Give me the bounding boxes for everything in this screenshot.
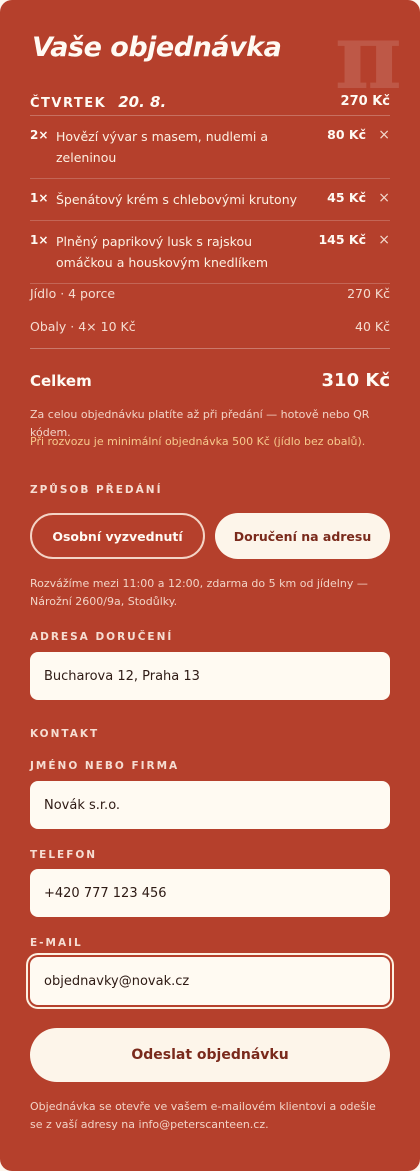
pickup-option-button[interactable]: Osobní vyzvednutí xyxy=(30,513,205,559)
item-quantity: 1× xyxy=(30,233,49,247)
order-items-list: 2× Hovězí vývar s masem, nudlemi a zelen… xyxy=(30,116,390,284)
total-row: Celkem 310 Kč xyxy=(30,370,390,391)
item-price: 80 Kč xyxy=(327,127,366,142)
email-label: E-MAIL xyxy=(30,937,83,949)
packaging-summary-label: Obaly · 4× 10 Kč xyxy=(30,319,136,334)
order-panel: π Vaše objednávka ČTVRTEK 20. 8. 270 Kč … xyxy=(0,0,420,1171)
remove-item-icon[interactable]: × xyxy=(366,126,390,143)
list-item: 2× Hovězí vývar s masem, nudlemi a zelen… xyxy=(30,116,390,179)
packaging-summary-row: Obaly · 4× 10 Kč 40 Kč xyxy=(30,319,390,334)
phone-field[interactable]: +420 777 123 456 xyxy=(30,869,390,917)
summary-divider xyxy=(30,348,390,349)
contact-section-label: KONTAKT xyxy=(30,728,100,740)
day-date: 20. 8. xyxy=(118,92,167,111)
email-field[interactable]: objednavky@novak.cz xyxy=(30,957,390,1005)
food-summary-label: Jídlo · 4 porce xyxy=(30,286,116,301)
page-title: Vaše objednávka xyxy=(32,32,282,63)
phone-label: TELEFON xyxy=(30,849,98,861)
submit-footnote: Objednávka se otevře ve vašem e-mailovém… xyxy=(30,1100,376,1131)
day-total: 270 Kč xyxy=(340,94,390,109)
submit-order-button[interactable]: Odeslat objednávku xyxy=(30,1028,390,1082)
item-price: 145 Kč xyxy=(318,232,366,247)
item-name: Špenátový krém s chlebovými krutony xyxy=(56,192,298,207)
list-item: 1× Plněný paprikový lusk s rajskou omáčk… xyxy=(30,221,390,284)
item-quantity: 1× xyxy=(30,191,49,205)
name-field[interactable]: Novák s.r.o. xyxy=(30,781,390,829)
total-label: Celkem xyxy=(30,372,92,390)
item-name: Hovězí vývar s masem, nudlemi a zelenino… xyxy=(56,129,268,165)
list-item: 1× Špenátový krém s chlebovými krutony 4… xyxy=(30,179,390,221)
delivery-option-button[interactable]: Doručení na adresu xyxy=(215,513,390,559)
delivery-info-note: Rozvážíme mezi 11:00 a 12:00, zdarma do … xyxy=(30,577,368,608)
total-value: 310 Kč xyxy=(321,370,390,391)
remove-item-icon[interactable]: × xyxy=(366,231,390,248)
name-label: JMÉNO NEBO FIRMA xyxy=(30,760,180,772)
item-quantity: 2× xyxy=(30,128,49,142)
item-price: 45 Kč xyxy=(327,190,366,205)
food-summary-value: 270 Kč xyxy=(347,286,390,301)
delivery-method-label: ZPŮSOB PŘEDÁNÍ xyxy=(30,484,163,496)
food-summary-row: Jídlo · 4 porce 270 Kč xyxy=(30,286,390,301)
day-header: ČTVRTEK 20. 8. 270 Kč xyxy=(30,88,390,116)
packaging-summary-value: 40 Kč xyxy=(355,319,390,334)
minimum-order-note: Při rozvozu je minimální objednávka 500 … xyxy=(30,435,366,448)
day-name: ČTVRTEK xyxy=(30,95,107,111)
address-label: ADRESA DORUČENÍ xyxy=(30,631,174,643)
address-field[interactable]: Bucharova 12, Praha 13 xyxy=(30,652,390,700)
remove-item-icon[interactable]: × xyxy=(366,189,390,206)
item-name: Plněný paprikový lusk s rajskou omáčkou … xyxy=(56,234,269,270)
